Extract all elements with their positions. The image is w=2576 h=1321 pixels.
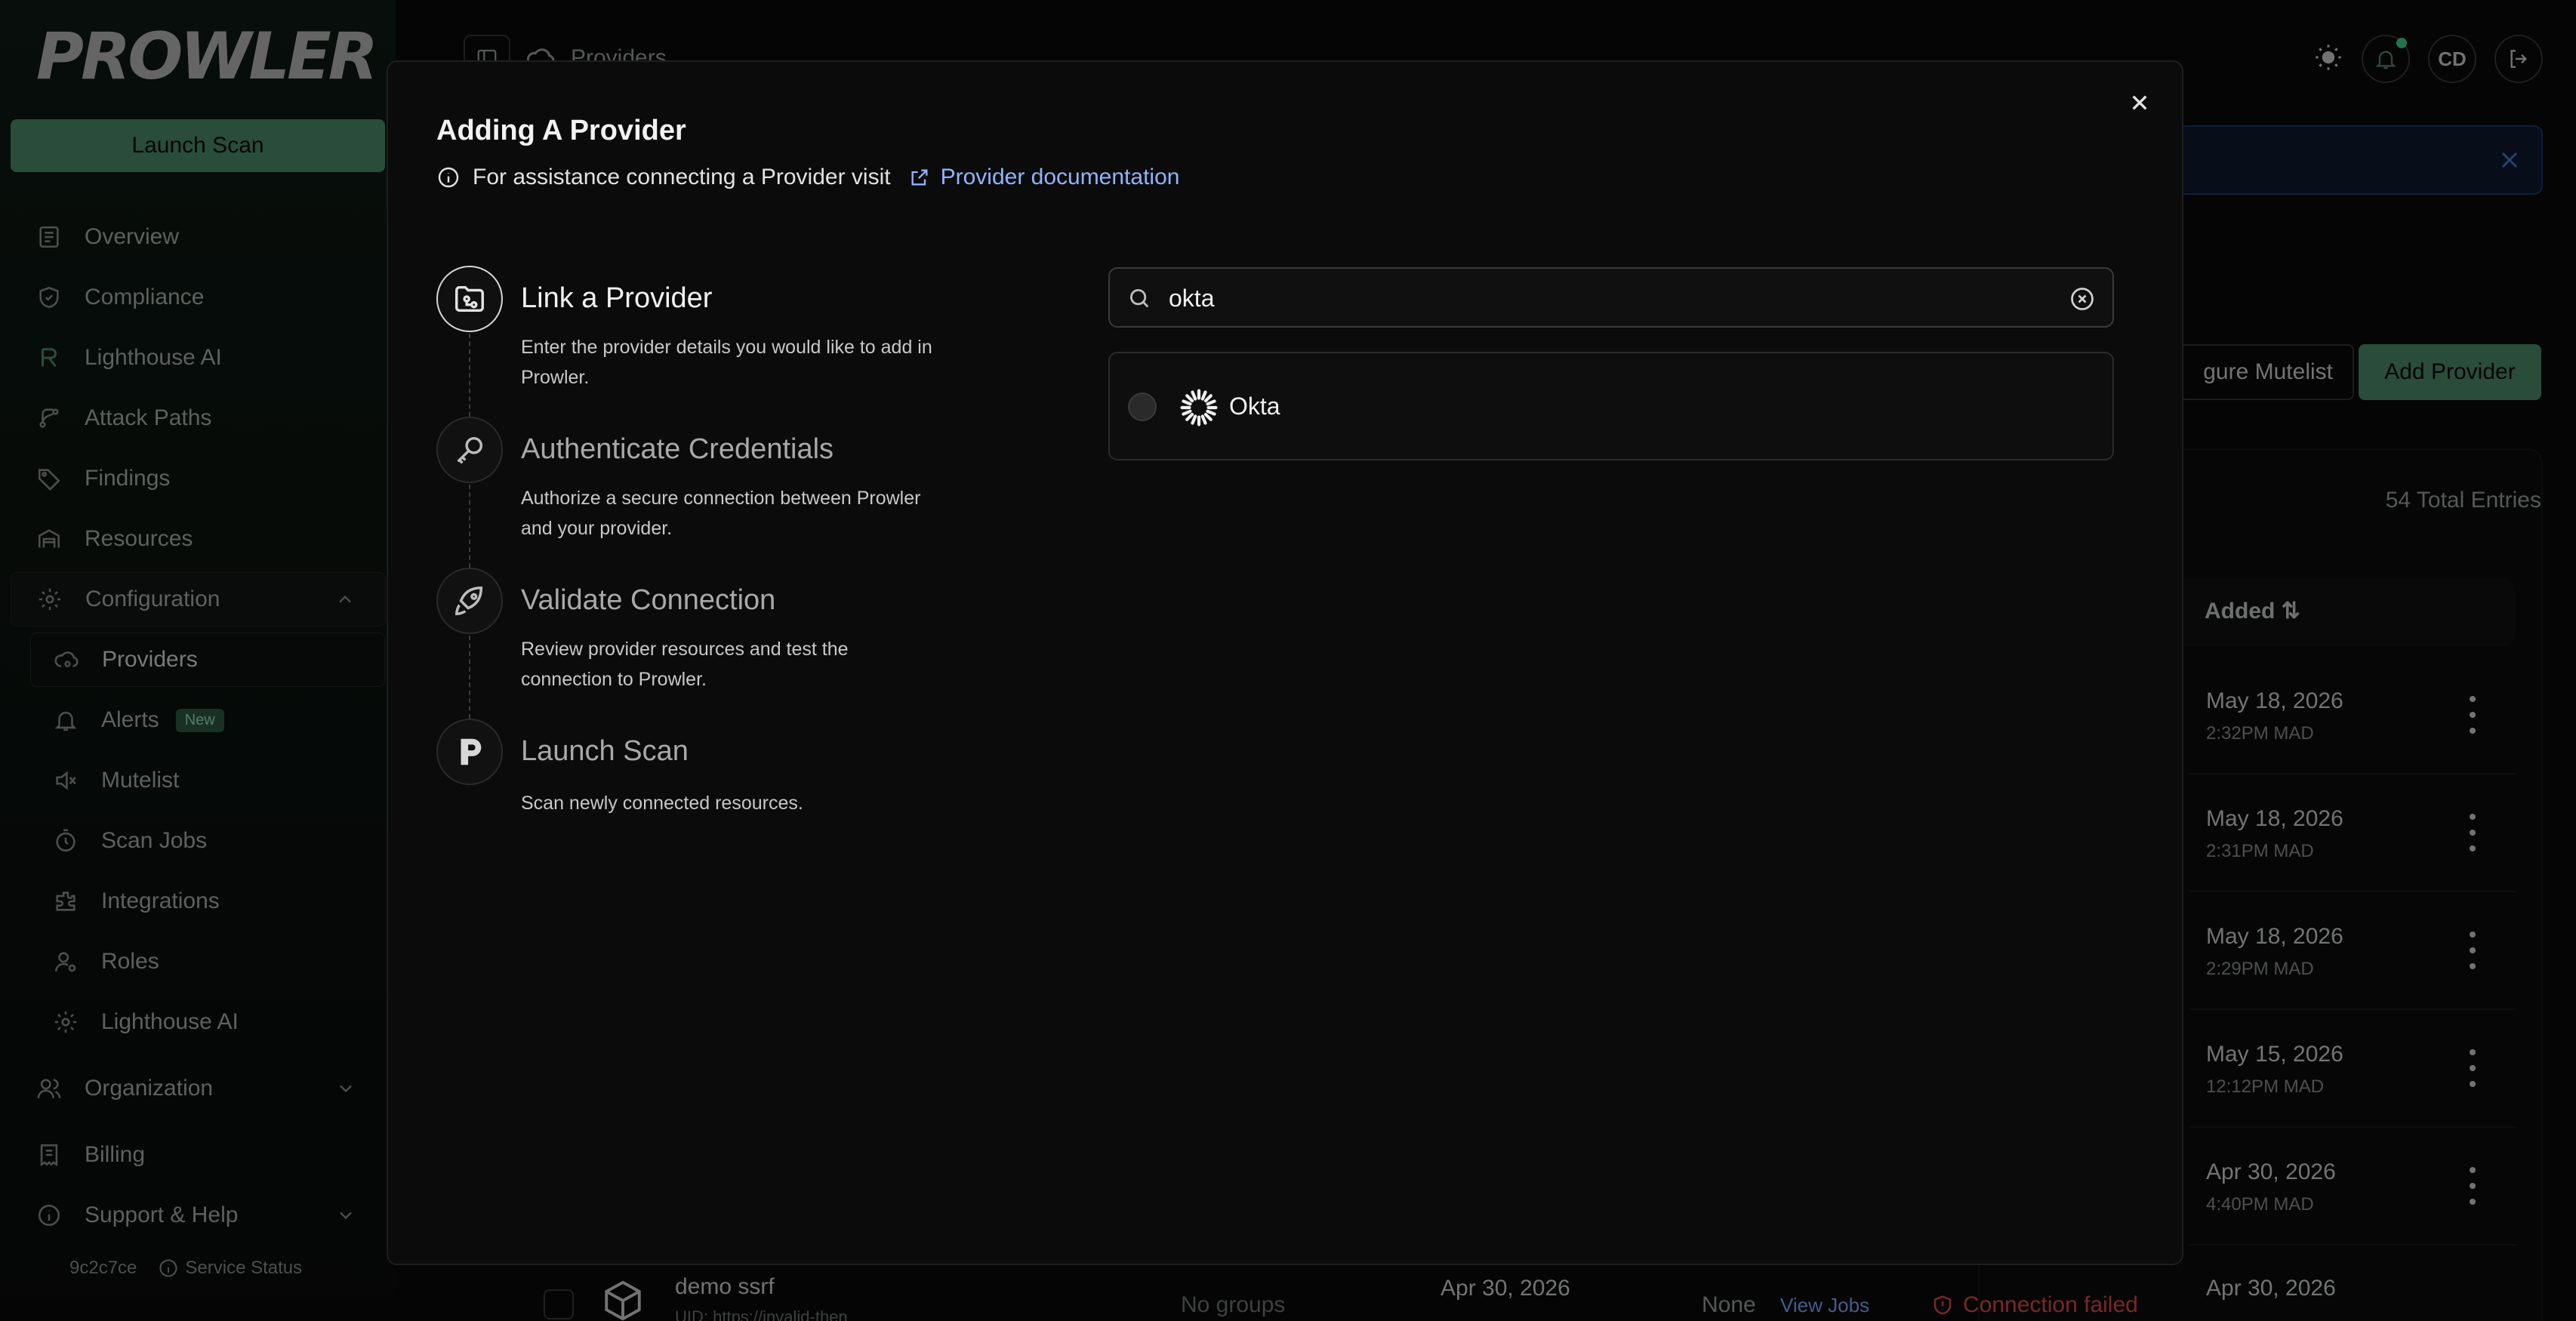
step-icon — [436, 568, 503, 634]
external-link-icon — [911, 169, 928, 186]
info-icon — [438, 167, 459, 188]
step-title: Link a Provider — [521, 282, 713, 314]
step-icon — [436, 266, 503, 332]
key-icon — [457, 436, 483, 464]
modal-title: Adding A Provider — [436, 115, 686, 146]
provider-option-okta[interactable]: Okta — [1108, 352, 2114, 460]
add-provider-modal: Adding A Provider For assistance connect… — [387, 60, 2183, 1265]
step-description: Scan newly connected resources. — [521, 793, 803, 814]
folder-git-icon — [455, 285, 484, 313]
clear-search-icon[interactable] — [2069, 285, 2096, 313]
rocket-icon — [455, 587, 483, 615]
prowler-p-icon — [461, 738, 482, 765]
help-text: For assistance connecting a Provider vis… — [473, 165, 891, 189]
step-description: Authorize a secure connection between Pr… — [521, 488, 921, 539]
modal-help: For assistance connecting a Provider vis… — [436, 165, 1179, 190]
provider-search — [1108, 267, 2114, 328]
okta-icon — [1180, 389, 1218, 426]
search-input[interactable] — [1169, 276, 2044, 320]
close-icon[interactable] — [2125, 88, 2155, 118]
step-title: Launch Scan — [521, 735, 689, 767]
step-icon — [436, 417, 503, 483]
link-label: Provider documentation — [940, 165, 1180, 189]
search-icon — [1129, 288, 1149, 308]
step-description: Enter the provider details you would lik… — [521, 337, 932, 388]
radio-button[interactable] — [1128, 393, 1157, 421]
step-connector — [469, 334, 470, 417]
step-connector — [469, 636, 470, 719]
step-connector — [469, 485, 470, 568]
provider-option-label: Okta — [1229, 393, 1280, 420]
step-title: Authenticate Credentials — [521, 433, 834, 465]
step-description: Review provider resources and test the c… — [521, 639, 849, 690]
provider-documentation-link[interactable]: Provider documentation — [909, 165, 1180, 190]
step-title: Validate Connection — [521, 584, 776, 616]
step-icon — [436, 719, 503, 785]
